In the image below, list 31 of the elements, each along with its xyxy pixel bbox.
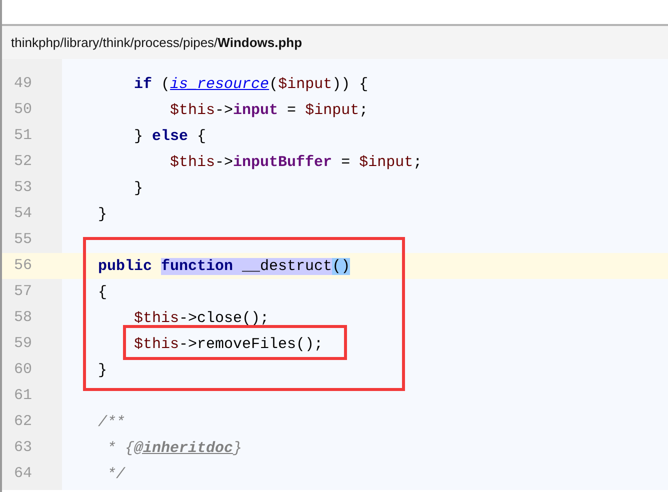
code-line: $this->removeFiles();	[134, 334, 324, 354]
line-number: 63	[13, 438, 34, 458]
code-line: $this->inputBuffer = $input;	[170, 152, 422, 172]
code-line: {	[98, 282, 108, 302]
line-number: 59	[13, 334, 34, 354]
line-number: 58	[13, 308, 34, 328]
line-number: 56	[13, 256, 34, 276]
code-line: }	[98, 204, 108, 224]
code-line: } else {	[134, 126, 206, 146]
line-number: 49	[13, 74, 34, 94]
line-number: 54	[13, 204, 34, 224]
line-number: 53	[13, 178, 34, 198]
code-line: }	[98, 360, 108, 380]
line-number: 50	[13, 100, 34, 120]
code-line: $this->input = $input;	[170, 100, 368, 120]
line-number: 52	[13, 152, 34, 172]
line-number: 51	[13, 126, 34, 146]
code-line: $this->close();	[134, 308, 270, 328]
code-line: * {@inheritdoc}	[106, 438, 242, 458]
line-number: 60	[13, 360, 34, 380]
file-path: thinkphp/library/think/process/pipes/Windows.php	[11, 34, 302, 52]
code-line: /**	[98, 412, 126, 432]
code-line: public function __destruct()	[98, 256, 350, 276]
line-number: 55	[13, 230, 34, 250]
line-number: 62	[13, 412, 34, 432]
line-number: 57	[13, 282, 34, 302]
line-number: 61	[13, 386, 34, 406]
code-line: */	[106, 464, 126, 484]
code-line: }	[134, 178, 144, 198]
code-line: if (is_resource($input)) {	[134, 74, 368, 94]
line-number: 64	[13, 464, 34, 484]
